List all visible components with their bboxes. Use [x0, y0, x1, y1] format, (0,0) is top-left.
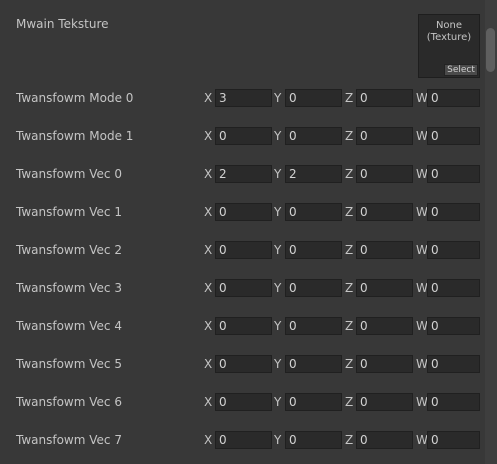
vector-row: Twansfowm Vec 5X0Y0Z0W0: [0, 354, 485, 374]
vector-row: Twansfowm Vec 2X0Y0Z0W0: [0, 240, 485, 260]
y-value-field[interactable]: 0: [285, 317, 342, 335]
x-value-field[interactable]: 0: [215, 241, 272, 259]
x-value-field[interactable]: 0: [215, 393, 272, 411]
w-value-field[interactable]: 0: [427, 279, 480, 297]
y-value-field[interactable]: 0: [285, 89, 342, 107]
x-value-field[interactable]: 3: [215, 89, 272, 107]
vertical-scrollbar[interactable]: [485, 0, 497, 464]
w-value-field[interactable]: 0: [427, 355, 480, 373]
w-value-field[interactable]: 0: [427, 89, 480, 107]
texture-value-line2: (Texture): [426, 32, 472, 43]
w-value-field[interactable]: 0: [427, 241, 480, 259]
vector-row: Twansfowm Vec 1X0Y0Z0W0: [0, 202, 485, 222]
vector-row: Twansfowm Vec 7X0Y0Z0W0: [0, 430, 485, 450]
x-value-field[interactable]: 0: [215, 279, 272, 297]
w-value-field[interactable]: 0: [427, 317, 480, 335]
x-value-field[interactable]: 0: [215, 127, 272, 145]
z-value-field[interactable]: 0: [356, 241, 413, 259]
vector-row: Twansfowm Vec 0X2Y2Z0W0: [0, 164, 485, 184]
vector-row-label: Twansfowm Mode 1: [16, 129, 134, 143]
vector-row-label: Twansfowm Vec 4: [16, 319, 122, 333]
y-value-field[interactable]: 2: [285, 165, 342, 183]
vector-row-label: Twansfowm Vec 3: [16, 281, 122, 295]
vector-row: Twansfowm Mode 0X3Y0Z0W0: [0, 88, 485, 108]
y-value-field[interactable]: 0: [285, 431, 342, 449]
z-value-field[interactable]: 0: [356, 127, 413, 145]
z-value-field[interactable]: 0: [356, 89, 413, 107]
z-value-field[interactable]: 0: [356, 279, 413, 297]
x-value-field[interactable]: 2: [215, 165, 272, 183]
y-value-field[interactable]: 0: [285, 355, 342, 373]
w-value-field[interactable]: 0: [427, 203, 480, 221]
scrollbar-thumb[interactable]: [486, 28, 495, 72]
w-value-field[interactable]: 0: [427, 127, 480, 145]
texture-select-button[interactable]: Select: [444, 64, 478, 76]
texture-value: None (Texture): [419, 20, 479, 44]
main-texture-slot[interactable]: None (Texture) Select: [418, 14, 480, 78]
w-value-field[interactable]: 0: [427, 393, 480, 411]
z-value-field[interactable]: 0: [356, 431, 413, 449]
x-value-field[interactable]: 0: [215, 317, 272, 335]
w-value-field[interactable]: 0: [427, 165, 480, 183]
vector-row-label: Twansfowm Vec 7: [16, 433, 122, 447]
z-value-field[interactable]: 0: [356, 203, 413, 221]
vector-row: Twansfowm Vec 4X0Y0Z0W0: [0, 316, 485, 336]
x-value-field[interactable]: 0: [215, 355, 272, 373]
x-value-field[interactable]: 0: [215, 431, 272, 449]
y-value-field[interactable]: 0: [285, 279, 342, 297]
vector-row-label: Twansfowm Vec 5: [16, 357, 122, 371]
vector-row-label: Twansfowm Mode 0: [16, 91, 134, 105]
w-value-field[interactable]: 0: [427, 431, 480, 449]
vector-row-label: Twansfowm Vec 0: [16, 167, 122, 181]
z-value-field[interactable]: 0: [356, 317, 413, 335]
vector-row: Twansfowm Vec 6X0Y0Z0W0: [0, 392, 485, 412]
y-value-field[interactable]: 0: [285, 127, 342, 145]
vector-row: Twansfowm Vec 3X0Y0Z0W0: [0, 278, 485, 298]
main-texture-label: Mwain Teksture: [16, 17, 109, 31]
x-value-field[interactable]: 0: [215, 203, 272, 221]
y-value-field[interactable]: 0: [285, 393, 342, 411]
y-value-field[interactable]: 0: [285, 203, 342, 221]
texture-value-line1: None: [435, 20, 463, 31]
y-value-field[interactable]: 0: [285, 241, 342, 259]
vector-row: Twansfowm Mode 1X0Y0Z0W0: [0, 126, 485, 146]
z-value-field[interactable]: 0: [356, 355, 413, 373]
z-value-field[interactable]: 0: [356, 165, 413, 183]
vector-row-label: Twansfowm Vec 6: [16, 395, 122, 409]
vector-row-label: Twansfowm Vec 2: [16, 243, 122, 257]
z-value-field[interactable]: 0: [356, 393, 413, 411]
vector-row-label: Twansfowm Vec 1: [16, 205, 122, 219]
material-inspector-panel: Mwain Teksture None (Texture) Select Twa…: [0, 0, 485, 464]
